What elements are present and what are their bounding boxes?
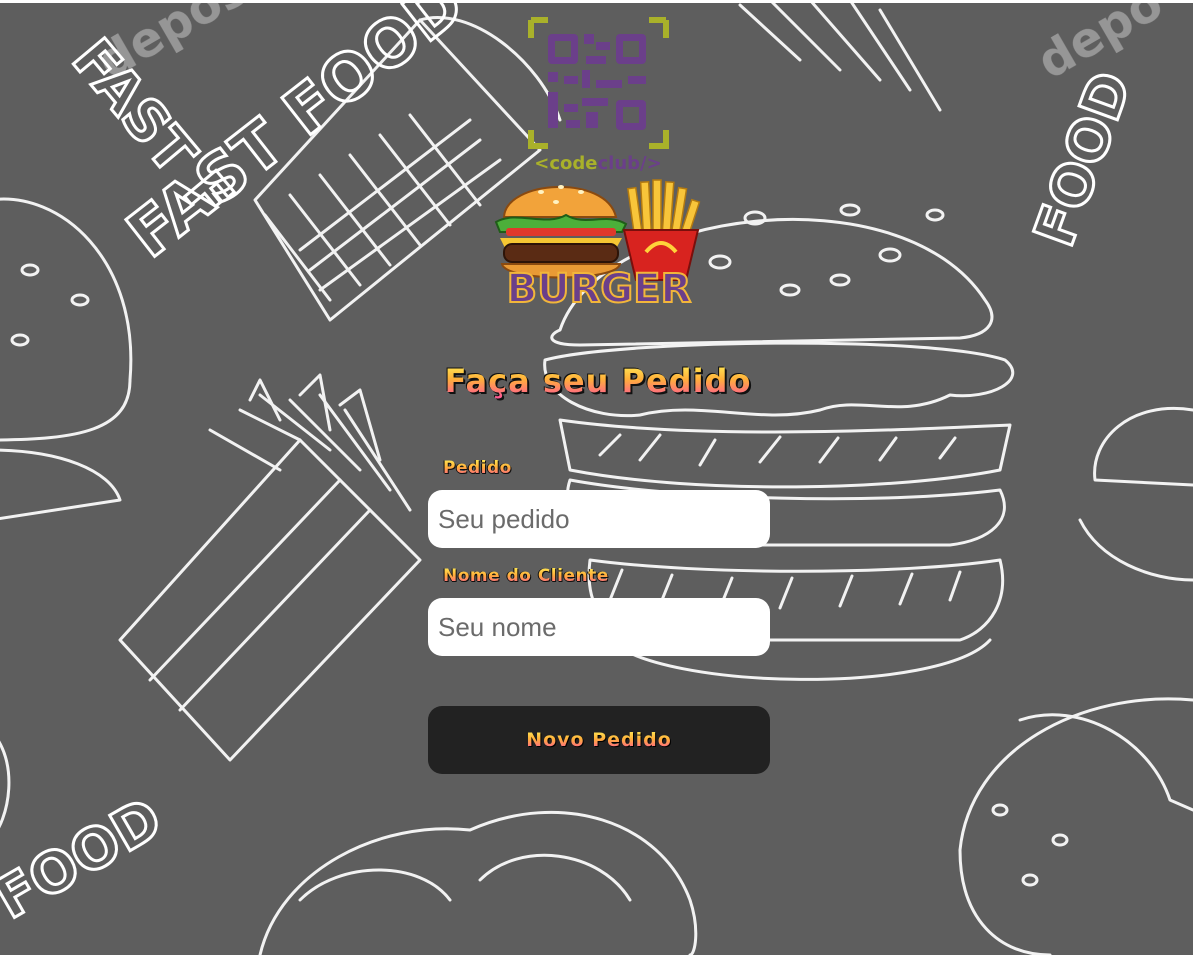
page-title: Faça seu Pedido: [398, 362, 798, 400]
customer-name-input[interactable]: [428, 598, 770, 656]
codeclub-burger-logo: <codeclub/> BURGER: [494, 17, 701, 308]
new-order-button[interactable]: Novo Pedido: [428, 706, 770, 774]
new-order-button-label: Novo Pedido: [526, 729, 672, 751]
codeclub-logo-text: <codeclub/>: [534, 153, 661, 174]
qr-code-icon: [528, 17, 669, 149]
burger-icon: [494, 185, 628, 279]
burger-logo-text: BURGER: [507, 266, 692, 308]
top-border: [0, 0, 1193, 3]
customer-name-label: Nome do Cliente: [443, 566, 609, 586]
order-label: Pedido: [443, 458, 512, 478]
fries-icon: [622, 179, 701, 281]
order-input[interactable]: [428, 490, 770, 548]
